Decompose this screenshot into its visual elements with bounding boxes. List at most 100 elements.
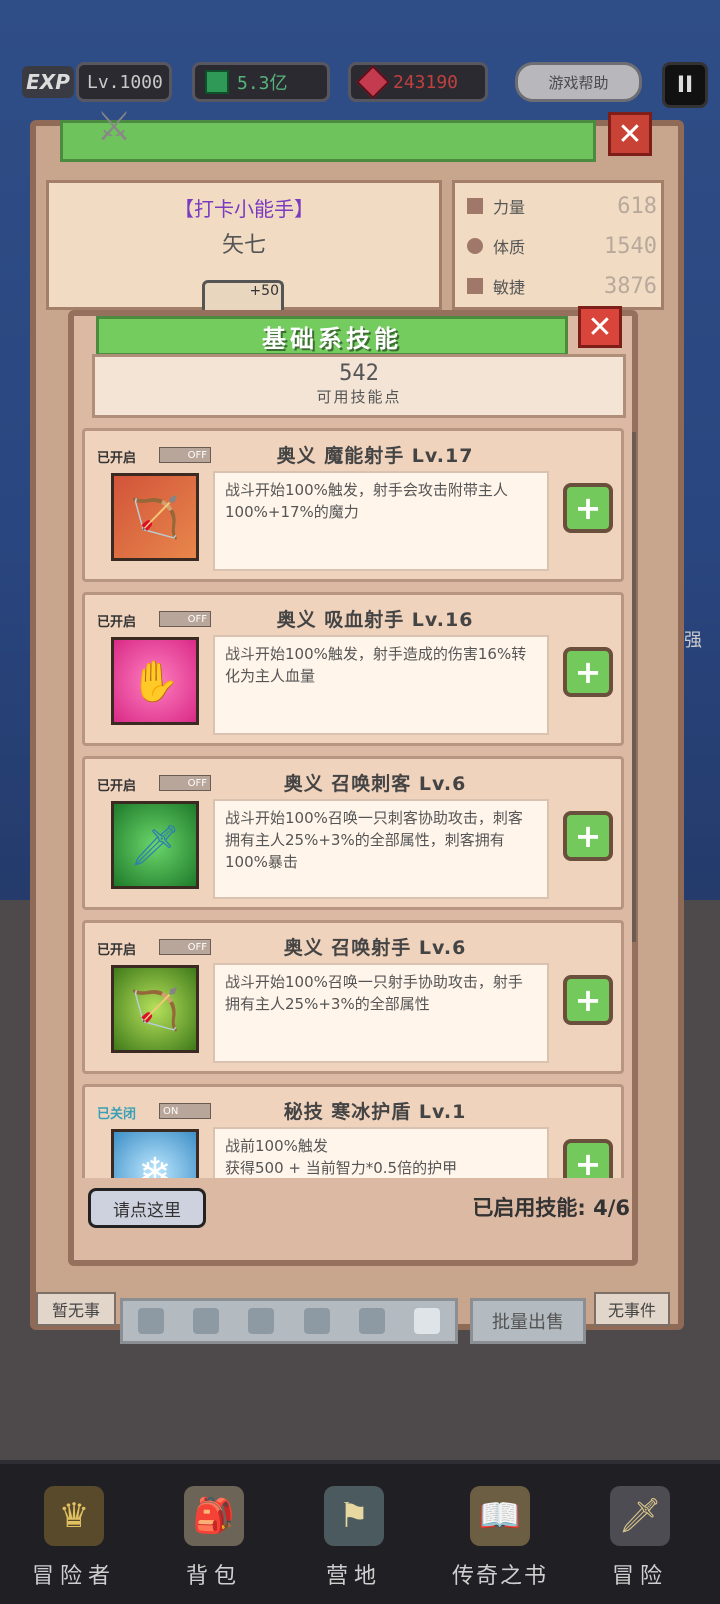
skill-name: 奥义 吸血射手 Lv.16 (276, 609, 474, 631)
skill-toggle[interactable]: ON (159, 1103, 211, 1119)
equipment-badge[interactable]: +50 (202, 280, 284, 313)
banner-icon: ⚑ (324, 1486, 384, 1546)
skill-points-box: 542 可用技能点 (92, 354, 626, 418)
red-currency: 243190 (348, 62, 488, 102)
skill-status: 已开启 (97, 779, 137, 794)
assassin-icon: 🗡 (111, 801, 199, 889)
skill-description: 战斗开始100%召唤一只刺客协助攻击，刺客拥有主人25%+3%的全部属性，刺客拥… (213, 799, 549, 899)
vampire-icon: ✋ (111, 637, 199, 725)
stat-value: 1540 (604, 233, 657, 259)
nav-label: 营地 (325, 1564, 382, 1589)
stat-label: 体质 (493, 238, 526, 257)
level-text: Lv.1000 (87, 71, 163, 93)
stat-label: 力量 (493, 198, 526, 217)
skill-card: 已开启 OFF 奥义 召唤射手 Lv.6 🏹 战斗开始100%召唤一只射手协助攻… (82, 920, 624, 1074)
skill-points-value: 542 (339, 361, 379, 386)
helmet-tab-icon[interactable] (248, 1308, 275, 1334)
skill-name: 奥义 召唤射手 Lv.6 (283, 937, 467, 959)
red-gem-icon (356, 65, 390, 99)
skill-description: 战斗开始100%触发，射手造成的伤害16%转化为主人血量 (213, 635, 549, 735)
skill-points-label: 可用技能点 (316, 388, 402, 406)
upgrade-skill-button[interactable]: + (563, 647, 613, 697)
sword-icon: 🗡 (610, 1486, 670, 1546)
left-event-chip: 暂无事 (36, 1292, 116, 1326)
skill-toggle[interactable]: OFF (159, 447, 211, 463)
stat-value: 618 (617, 193, 657, 219)
badge-plus: +50 (249, 283, 279, 299)
backpack-icon: 🎒 (184, 1486, 244, 1546)
nav-legend-book[interactable]: 📖 传奇之书 (440, 1480, 560, 1590)
nav-adventure[interactable]: 🗡 冒险 (580, 1480, 700, 1590)
green-currency-value: 5.3亿 (237, 73, 288, 94)
stat-strength: 力量 618 (467, 189, 657, 223)
game-help-button[interactable]: 游戏帮助 (515, 62, 642, 102)
book-icon: 📖 (470, 1486, 530, 1546)
nav-label: 传奇之书 (451, 1564, 548, 1589)
ring-tab-icon[interactable] (414, 1308, 441, 1334)
nav-label: 冒险者 (31, 1564, 116, 1589)
stat-value: 3876 (604, 273, 657, 299)
skill-status: 已开启 (97, 615, 137, 630)
character-panel-close-button[interactable]: ✕ (608, 112, 652, 156)
right-edge-text: 强 (684, 630, 702, 651)
skill-toggle[interactable]: OFF (159, 775, 211, 791)
skill-name: 奥义 召唤刺客 Lv.6 (283, 773, 467, 795)
skill-toggle[interactable]: OFF (159, 939, 211, 955)
upgrade-skill-button[interactable]: + (563, 483, 613, 533)
skill-list-scrollbar[interactable] (632, 432, 636, 942)
skill-modal-close-button[interactable]: ✕ (578, 306, 622, 348)
character-title: 【打卡小能手】 (174, 197, 314, 221)
skill-list[interactable]: 已开启 OFF 奥义 魔能射手 Lv.17 🏹 战斗开始100%触发，射手会攻击… (78, 428, 636, 1184)
skill-card: 已开启 OFF 奥义 召唤刺客 Lv.6 🗡 战斗开始100%召唤一只刺客协助攻… (82, 756, 624, 910)
enabled-skills-count: 已启用技能: 4/6 (472, 1196, 630, 1220)
skill-card: 已开启 OFF 奥义 魔能射手 Lv.17 🏹 战斗开始100%触发，射手会攻击… (82, 428, 624, 582)
skill-description: 战斗开始100%触发，射手会攻击附带主人100%+17%的魔力 (213, 471, 549, 571)
heart-icon (467, 238, 483, 254)
nav-label: 背包 (185, 1564, 242, 1589)
skill-status: 已开启 (97, 943, 137, 958)
sword-tab-icon[interactable] (137, 1308, 164, 1334)
character-panel-title-bar (60, 120, 596, 162)
right-event-chip: 无事件 (594, 1292, 670, 1326)
skill-toggle[interactable]: OFF (159, 611, 211, 627)
red-currency-value: 243190 (393, 71, 459, 93)
exp-tag: EXP (22, 66, 74, 98)
nav-adventurer[interactable]: ♛ 冒险者 (14, 1480, 134, 1590)
upgrade-skill-button[interactable]: + (563, 975, 613, 1025)
chest-tab-icon[interactable] (303, 1308, 330, 1334)
stat-constitution: 体质 1540 (467, 229, 657, 263)
skill-modal-title: 基础系技能 (96, 316, 568, 356)
equipment-tab-row (120, 1298, 458, 1344)
character-name: 矢七 (221, 233, 266, 258)
skill-description: 战前100%触发 获得500 + 当前智力*0.5倍的护甲 (213, 1127, 549, 1184)
batch-sell-button[interactable]: 批量出售 (470, 1298, 586, 1344)
stat-label: 敏捷 (493, 278, 526, 297)
skill-status: 已关闭 (97, 1107, 137, 1122)
bow-icon: 🏹 (111, 473, 199, 561)
crossed-swords-icon: ⚔ (96, 104, 132, 150)
skill-card: 已开启 OFF 奥义 吸血射手 Lv.16 ✋ 战斗开始100%触发，射手造成的… (82, 592, 624, 746)
pants-tab-icon[interactable] (358, 1308, 385, 1334)
nav-label: 冒险 (611, 1564, 668, 1589)
level-display: Lv.1000 (76, 62, 172, 102)
skill-status: 已开启 (97, 451, 137, 466)
skill-name: 秘技 寒冰护盾 Lv.1 (283, 1101, 467, 1123)
skill-name: 奥义 魔能射手 Lv.17 (276, 445, 474, 467)
nav-backpack[interactable]: 🎒 背包 (154, 1480, 274, 1590)
strength-icon (467, 198, 483, 214)
stat-agility: 敏捷 3876 (467, 269, 657, 303)
skill-description: 战斗开始100%召唤一只射手协助攻击，射手拥有主人25%+3%的全部属性 (213, 963, 549, 1063)
click-here-button[interactable]: 请点这里 (88, 1188, 206, 1228)
skill-card: 已关闭 ON 秘技 寒冰护盾 Lv.1 ❄ 战前100%触发 获得500 + 当… (82, 1084, 624, 1184)
armor-tab-icon[interactable] (192, 1308, 219, 1334)
green-currency: 5.3亿 (192, 62, 330, 102)
ice-shield-icon: ❄ (111, 1129, 199, 1184)
archer-icon: 🏹 (111, 965, 199, 1053)
green-gem-icon (205, 70, 229, 94)
agility-icon (467, 278, 483, 294)
crown-icon: ♛ (44, 1486, 104, 1546)
nav-camp[interactable]: ⚑ 营地 (294, 1480, 414, 1590)
stats-box: 力量 618 体质 1540 敏捷 3876 (452, 180, 664, 310)
upgrade-skill-button[interactable]: + (563, 811, 613, 861)
pause-button[interactable]: II (662, 62, 708, 108)
